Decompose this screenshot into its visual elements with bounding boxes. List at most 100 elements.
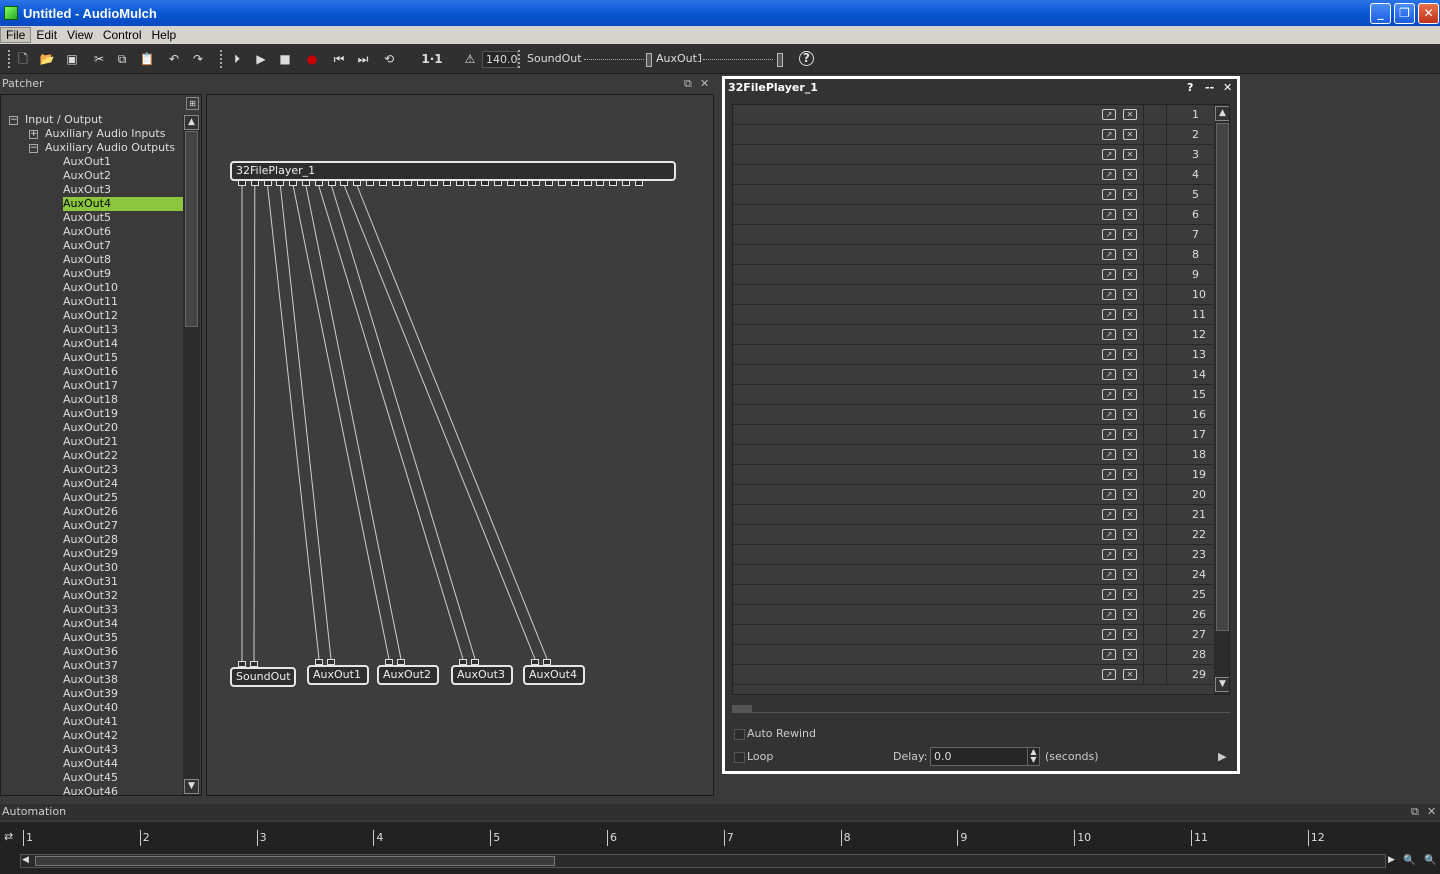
file-slot-row[interactable]: ↗ ✕ 20 bbox=[733, 485, 1213, 505]
close-button[interactable]: ✕ bbox=[1418, 3, 1439, 24]
source-output-port[interactable] bbox=[391, 180, 400, 186]
clear-file-icon[interactable]: ✕ bbox=[1123, 129, 1137, 140]
open-file-icon[interactable]: ↗ bbox=[1102, 429, 1116, 440]
delay-spinner[interactable]: ▲ ▼ bbox=[1027, 748, 1039, 765]
open-file-icon[interactable]: ↗ bbox=[1102, 509, 1116, 520]
tree-item-auxout3[interactable]: AuxOut3 bbox=[63, 183, 111, 197]
collapse-outputs-icon[interactable]: − bbox=[29, 144, 38, 153]
tree-item-auxout6[interactable]: AuxOut6 bbox=[63, 225, 111, 239]
source-output-port[interactable] bbox=[263, 180, 272, 186]
scroll-left-icon[interactable]: ◀ bbox=[22, 855, 29, 865]
source-output-port[interactable] bbox=[609, 180, 618, 186]
source-output-port[interactable] bbox=[634, 180, 643, 186]
open-file-icon[interactable]: ↗ bbox=[1102, 669, 1116, 680]
clear-file-icon[interactable]: ✕ bbox=[1123, 389, 1137, 400]
clear-file-icon[interactable]: ✕ bbox=[1123, 109, 1137, 120]
pin-icon[interactable]: ⊞ bbox=[186, 97, 199, 110]
play-icon[interactable]: ▶ bbox=[253, 51, 269, 67]
input-port[interactable] bbox=[471, 659, 479, 665]
horizontal-scrollbar[interactable] bbox=[732, 705, 1230, 713]
source-output-port[interactable] bbox=[276, 180, 285, 186]
output-b-slider-thumb[interactable] bbox=[777, 53, 783, 67]
tree-item-auxout14[interactable]: AuxOut14 bbox=[63, 337, 118, 351]
source-output-port[interactable] bbox=[404, 180, 413, 186]
input-port[interactable] bbox=[327, 659, 335, 665]
file-slot-row[interactable]: ↗ ✕ 25 bbox=[733, 585, 1213, 605]
clear-file-icon[interactable]: ✕ bbox=[1123, 469, 1137, 480]
input-port[interactable] bbox=[315, 659, 323, 665]
clear-file-icon[interactable]: ✕ bbox=[1123, 269, 1137, 280]
file-slot-row[interactable]: ↗ ✕ 5 bbox=[733, 185, 1213, 205]
menu-help[interactable]: Help bbox=[147, 28, 182, 42]
source-output-port[interactable] bbox=[366, 180, 374, 186]
source-output-port[interactable] bbox=[353, 180, 362, 186]
tree-item-auxout42[interactable]: AuxOut42 bbox=[63, 729, 118, 743]
clear-file-icon[interactable]: ✕ bbox=[1123, 209, 1137, 220]
open-file-icon[interactable]: ↗ bbox=[1102, 349, 1116, 360]
open-file-icon[interactable]: ↗ bbox=[1102, 409, 1116, 420]
open-file-icon[interactable]: ↗ bbox=[1102, 529, 1116, 540]
tree-item-auxout28[interactable]: AuxOut28 bbox=[63, 533, 118, 547]
tree-item-auxout17[interactable]: AuxOut17 bbox=[63, 379, 118, 393]
tree-item-auxout44[interactable]: AuxOut44 bbox=[63, 757, 118, 771]
toolbar-grip-2[interactable] bbox=[220, 50, 224, 68]
output-node-auxout2[interactable]: AuxOut2 bbox=[377, 665, 439, 685]
expand-arrow-icon[interactable]: ▶ bbox=[1218, 750, 1226, 763]
open-file-icon[interactable]: ↗ bbox=[1102, 649, 1116, 660]
automation-undock-icon[interactable]: ⧉ bbox=[1411, 804, 1419, 820]
open-file-icon[interactable]: ↗ bbox=[1102, 549, 1116, 560]
source-output-port[interactable] bbox=[327, 180, 336, 186]
source-output-port[interactable] bbox=[545, 180, 554, 186]
file-slot-row[interactable]: ↗ ✕ 22 bbox=[733, 525, 1213, 545]
input-port[interactable] bbox=[385, 659, 393, 665]
tree-item-auxout37[interactable]: AuxOut37 bbox=[63, 659, 118, 673]
input-port[interactable] bbox=[250, 661, 258, 667]
open-file-icon[interactable]: ↗ bbox=[1102, 489, 1116, 500]
source-output-port[interactable] bbox=[314, 180, 323, 186]
file-scroll-up-icon[interactable]: ▲ bbox=[1215, 106, 1229, 121]
tree-item-auxout12[interactable]: AuxOut12 bbox=[63, 309, 118, 323]
file-list-scrollbar[interactable]: ▲ ▼ bbox=[1214, 105, 1229, 694]
tree-item-auxout36[interactable]: AuxOut36 bbox=[63, 645, 118, 659]
help-icon[interactable]: ? bbox=[799, 51, 814, 66]
tree-item-auxout35[interactable]: AuxOut35 bbox=[63, 631, 118, 645]
file-slot-row[interactable]: ↗ ✕ 16 bbox=[733, 405, 1213, 425]
tree-item-auxout19[interactable]: AuxOut19 bbox=[63, 407, 118, 421]
file-slot-row[interactable]: ↗ ✕ 8 bbox=[733, 245, 1213, 265]
file-slot-row[interactable]: ↗ ✕ 18 bbox=[733, 445, 1213, 465]
collapse-root-icon[interactable]: − bbox=[9, 116, 18, 125]
source-output-port[interactable] bbox=[506, 180, 515, 186]
scroll-down-icon[interactable]: ▼ bbox=[184, 779, 199, 794]
automation-close-icon[interactable]: ✕ bbox=[1427, 804, 1436, 820]
tree-item-auxout45[interactable]: AuxOut45 bbox=[63, 771, 118, 785]
source-output-port[interactable] bbox=[494, 180, 502, 186]
open-file-icon[interactable]: ↗ bbox=[1102, 209, 1116, 220]
clear-file-icon[interactable]: ✕ bbox=[1123, 169, 1137, 180]
input-port[interactable] bbox=[397, 659, 405, 665]
open-file-icon[interactable]: ↗ bbox=[1102, 609, 1116, 620]
editor-help-button[interactable]: ? bbox=[1187, 79, 1193, 97]
minimize-button[interactable]: _ bbox=[1370, 3, 1391, 24]
file-slot-row[interactable]: ↗ ✕ 9 bbox=[733, 265, 1213, 285]
close-icon[interactable]: ✕ bbox=[700, 75, 709, 92]
open-file-icon[interactable]: ↗ bbox=[1102, 289, 1116, 300]
tree-item-auxout4[interactable]: AuxOut4 bbox=[63, 197, 183, 211]
clear-file-icon[interactable]: ✕ bbox=[1123, 189, 1137, 200]
clear-file-icon[interactable]: ✕ bbox=[1123, 549, 1137, 560]
open-icon[interactable]: 📂 bbox=[39, 51, 55, 67]
tree-item-auxout31[interactable]: AuxOut31 bbox=[63, 575, 118, 589]
input-port[interactable] bbox=[543, 659, 551, 665]
cut-icon[interactable]: ✂ bbox=[91, 51, 107, 67]
tree-item-auxout13[interactable]: AuxOut13 bbox=[63, 323, 118, 337]
tree-item-auxout16[interactable]: AuxOut16 bbox=[63, 365, 118, 379]
clear-file-icon[interactable]: ✕ bbox=[1123, 369, 1137, 380]
patch-wire[interactable] bbox=[267, 185, 320, 660]
file-scroll-thumb[interactable] bbox=[1216, 123, 1229, 631]
clear-file-icon[interactable]: ✕ bbox=[1123, 509, 1137, 520]
source-output-port[interactable] bbox=[558, 180, 566, 186]
output-node-auxout4[interactable]: AuxOut4 bbox=[523, 665, 585, 685]
delay-field[interactable]: 0.0 ▲ ▼ bbox=[930, 747, 1040, 766]
open-file-icon[interactable]: ↗ bbox=[1102, 389, 1116, 400]
output-b-track[interactable] bbox=[703, 59, 773, 60]
tree-item-auxout38[interactable]: AuxOut38 bbox=[63, 673, 118, 687]
